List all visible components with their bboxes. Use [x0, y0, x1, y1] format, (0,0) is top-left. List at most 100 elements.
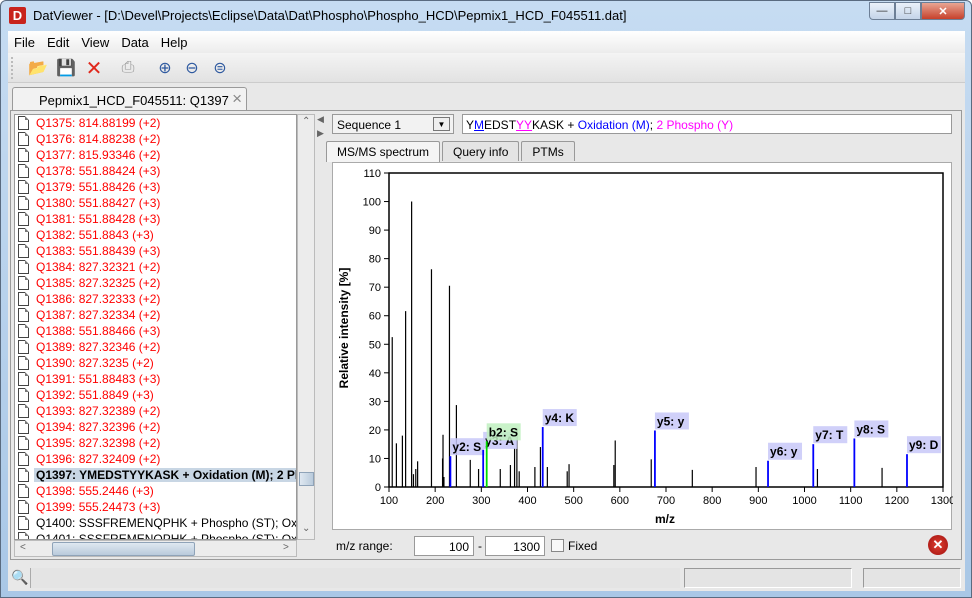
query-list-item[interactable]: Q1397: YMEDSTYYKASK + Oxidation (M); 2 P…: [15, 467, 296, 483]
client-area: File Edit View Data Help 📂 💾 ✕ ⎙ ⊕ ⊖ ⊜ P…: [8, 31, 965, 591]
tab-msms-spectrum[interactable]: MS/MS spectrum: [326, 141, 441, 162]
zoom-in-icon[interactable]: ⊕: [154, 57, 176, 79]
query-list-item[interactable]: Q1386: 827.32333 (+2): [15, 291, 296, 307]
tab-query-info[interactable]: Query info: [442, 141, 520, 161]
scroll-up-icon[interactable]: ⌃: [302, 116, 310, 127]
collapse-left-icon[interactable]: ◀: [317, 114, 324, 125]
minimize-button[interactable]: —: [869, 2, 895, 20]
query-label: Q1394: 827.32396 (+2): [36, 420, 161, 434]
dropdown-arrow-icon[interactable]: ▼: [433, 117, 450, 131]
scroll-left-icon[interactable]: <: [20, 542, 26, 553]
range-dash: -: [478, 539, 482, 553]
sequence-selector[interactable]: Sequence 1 ▼: [332, 114, 454, 134]
scroll-right-icon[interactable]: >: [283, 542, 289, 553]
document-icon: [18, 244, 29, 258]
query-list-item[interactable]: Q1400: SSSFREMENQPHK + Phospho (ST); Oxi…: [15, 515, 296, 531]
query-list-item[interactable]: Q1388: 551.88466 (+3): [15, 323, 296, 339]
panel-splitter[interactable]: ◀ ▶: [317, 114, 325, 554]
query-list-vertical-scrollbar[interactable]: ⌃ ⌄: [297, 114, 315, 540]
menu-view[interactable]: View: [75, 35, 115, 50]
zoom-fit-icon[interactable]: ⊜: [209, 57, 231, 79]
document-icon: [18, 116, 29, 130]
query-list-item[interactable]: Q1375: 814.88199 (+2): [15, 115, 296, 131]
document-tabs: Pepmix1_HCD_F045511: Q1397 ×: [10, 87, 960, 111]
menu-help[interactable]: Help: [155, 35, 194, 50]
query-label: Q1386: 827.32333 (+2): [36, 292, 161, 306]
query-list-item[interactable]: Q1396: 827.32409 (+2): [15, 451, 296, 467]
document-icon: [18, 500, 29, 514]
y-tick-label: 50: [369, 339, 381, 351]
query-list-item[interactable]: Q1391: 551.88483 (+3): [15, 371, 296, 387]
query-label: Q1384: 827.32321 (+2): [36, 260, 161, 274]
expand-right-icon[interactable]: ▶: [317, 128, 324, 139]
mz-min-input[interactable]: 100: [414, 536, 474, 556]
mz-range-label: m/z range:: [336, 539, 393, 553]
y-tick-label: 20: [369, 425, 381, 437]
query-list-item[interactable]: Q1398: 555.2446 (+3): [15, 483, 296, 499]
document-icon: [18, 276, 29, 290]
close-window-button[interactable]: ✕: [921, 2, 965, 20]
query-label: Q1377: 815.93346 (+2): [36, 148, 161, 162]
toolbar-grip[interactable]: [11, 57, 14, 79]
y-axis-label: Relative intensity [%]: [337, 268, 351, 389]
query-list-item[interactable]: Q1384: 827.32321 (+2): [15, 259, 296, 275]
query-list-item[interactable]: Q1394: 827.32396 (+2): [15, 419, 296, 435]
scroll-down-icon[interactable]: ⌄: [302, 523, 310, 534]
query-list-horizontal-scrollbar[interactable]: < >: [14, 540, 297, 557]
y-tick-label: 60: [369, 311, 381, 323]
x-tick-label: 1000: [792, 495, 816, 507]
ion-label: y2: S: [452, 440, 481, 454]
query-list-item[interactable]: Q1381: 551.88428 (+3): [15, 211, 296, 227]
query-list-item[interactable]: Q1378: 551.88424 (+3): [15, 163, 296, 179]
query-list-item[interactable]: Q1385: 827.32325 (+2): [15, 275, 296, 291]
save-icon[interactable]: 💾: [55, 57, 77, 79]
document-icon: [18, 324, 29, 338]
query-list-item[interactable]: Q1392: 551.8849 (+3): [15, 387, 296, 403]
query-list-item[interactable]: Q1383: 551.88439 (+3): [15, 243, 296, 259]
menu-data[interactable]: Data: [115, 35, 154, 50]
query-list-item[interactable]: Q1399: 555.24473 (+3): [15, 499, 296, 515]
query-list-item[interactable]: Q1393: 827.32389 (+2): [15, 403, 296, 419]
close-spectrum-icon[interactable]: ✕: [928, 535, 948, 555]
menu-file[interactable]: File: [8, 35, 41, 50]
query-list-item[interactable]: Q1379: 551.88426 (+3): [15, 179, 296, 195]
query-list-item[interactable]: Q1401: SSSFREMENQPHK + Phospho (ST); Oxi…: [15, 531, 297, 540]
query-label: Q1387: 827.32334 (+2): [36, 308, 161, 322]
delete-icon[interactable]: ✕: [83, 57, 105, 80]
open-folder-icon[interactable]: 📂: [27, 57, 49, 79]
status-info: [863, 568, 961, 588]
query-list-item[interactable]: Q1382: 551.8843 (+3): [15, 227, 296, 243]
x-axis-label: m/z: [655, 512, 675, 526]
query-label: Q1398: 555.2446 (+3): [36, 484, 154, 498]
spectrum-chart: Relative intensity [%] m/z 100 200 300 400 5…: [337, 168, 955, 526]
menu-edit[interactable]: Edit: [41, 35, 75, 50]
query-list[interactable]: Q1375: 814.88199 (+2) Q1376: 814.88238 (+…: [14, 114, 297, 540]
x-tick-label: 500: [564, 495, 582, 507]
y-tick-label: 90: [369, 225, 381, 237]
search-icon[interactable]: 🔍: [11, 569, 28, 586]
query-list-item[interactable]: Q1395: 827.32398 (+2): [15, 435, 296, 451]
query-list-item[interactable]: Q1376: 814.88238 (+2): [15, 131, 296, 147]
maximize-button[interactable]: □: [895, 2, 921, 20]
query-list-item[interactable]: Q1390: 827.3235 (+2): [15, 355, 296, 371]
query-label: Q1376: 814.88238 (+2): [36, 132, 161, 146]
fixed-checkbox[interactable]: [551, 539, 564, 552]
query-label: Q1401: SSSFREMENQPHK + Phospho (ST); Oxi…: [36, 532, 297, 540]
vertical-scroll-thumb[interactable]: [299, 472, 314, 486]
ion-label: b2: S: [489, 425, 518, 439]
mz-max-input[interactable]: 1300: [485, 536, 545, 556]
query-list-item[interactable]: Q1377: 815.93346 (+2): [15, 147, 296, 163]
tab-ptms[interactable]: PTMs: [521, 141, 575, 161]
query-list-item[interactable]: Q1380: 551.88427 (+3): [15, 195, 296, 211]
query-list-item[interactable]: Q1389: 827.32346 (+2): [15, 339, 296, 355]
window-title: DatViewer - [D:\Devel\Projects\Eclipse\D…: [33, 8, 627, 23]
document-tab[interactable]: Pepmix1_HCD_F045511: Q1397 ×: [12, 87, 247, 111]
print-icon[interactable]: ⎙: [117, 57, 139, 79]
horizontal-scroll-thumb[interactable]: [52, 542, 195, 556]
query-list-item[interactable]: Q1387: 827.32334 (+2): [15, 307, 296, 323]
ion-label: y4: K: [545, 411, 575, 425]
peptide-sequence-field[interactable]: YMEDSTYYKASK + Oxidation (M); 2 Phospho …: [462, 114, 952, 134]
spectrum-panel: Sequence 1 ▼ YMEDSTYYKASK + Oxidation (M…: [326, 111, 962, 561]
zoom-out-icon[interactable]: ⊖: [181, 57, 203, 79]
close-tab-icon[interactable]: ×: [232, 89, 242, 109]
